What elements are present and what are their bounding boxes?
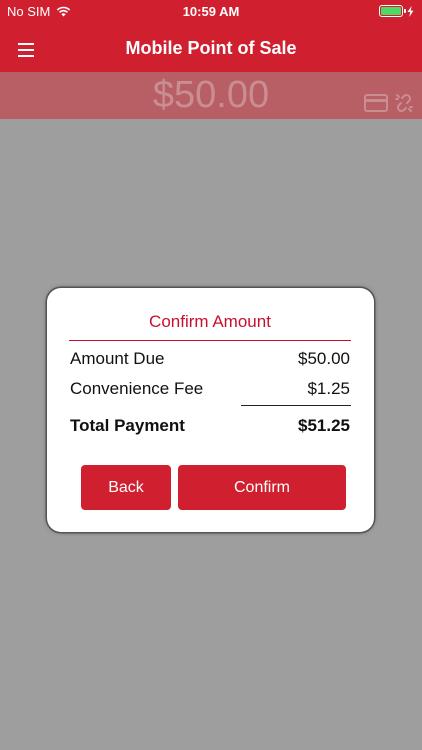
page-title: Mobile Point of Sale <box>125 38 297 58</box>
convenience-fee-label: Convenience Fee <box>70 379 204 398</box>
battery-tip <box>404 9 406 13</box>
status-time: 10:59 AM <box>182 4 240 19</box>
nav-bar: Mobile Point of Sale <box>0 24 422 72</box>
confirm-button[interactable]: Confirm <box>178 465 346 510</box>
total-payment-label: Total Payment <box>70 416 185 435</box>
back-button[interactable]: Back <box>81 465 171 510</box>
dialog-title: Confirm Amount <box>149 312 271 331</box>
total-payment-value: $51.25 <box>298 416 350 435</box>
unlink-icon[interactable] <box>393 92 415 114</box>
charging-bolt-icon <box>407 5 414 17</box>
credit-card-icon[interactable] <box>364 94 388 112</box>
battery-fill <box>381 7 401 15</box>
amount-display-bar: $50.00 <box>0 72 422 119</box>
amount-due-value: $50.00 <box>298 349 350 368</box>
battery-icon <box>379 5 406 17</box>
status-right <box>379 5 414 17</box>
sum-divider <box>241 405 351 406</box>
amount-due-label: Amount Due <box>70 349 165 368</box>
confirm-amount-dialog: Confirm Amount Amount Due $50.00 Conveni… <box>47 288 374 532</box>
status-bar: No SIM 10:59 AM <box>0 0 422 24</box>
dialog-divider <box>69 340 351 341</box>
convenience-fee-value: $1.25 <box>307 379 350 398</box>
amount-display: $50.00 <box>152 74 270 116</box>
